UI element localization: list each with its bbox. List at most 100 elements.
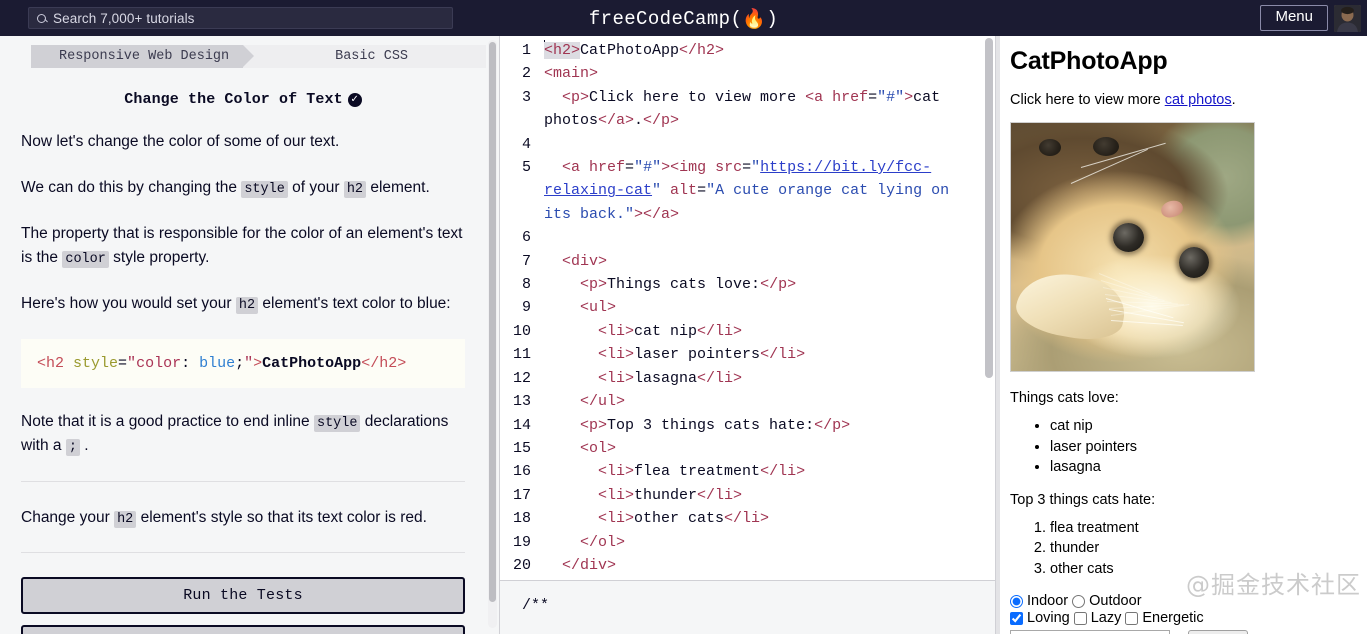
cat-photo-image[interactable] [1010,122,1255,372]
line-content[interactable]: </ul> [544,390,995,413]
run-tests-button[interactable]: Run the Tests [21,577,465,615]
code-example-block: <h2 style="color: blue;">CatPhotoApp</h2… [21,338,465,388]
search-placeholder: Search 7,000+ tutorials [53,10,195,26]
breadcrumb-course[interactable]: Responsive Web Design [31,45,255,68]
inline-code: style [313,414,361,432]
code-line[interactable]: 8 <p>Things cats love:</p> [500,273,995,296]
line-content[interactable]: <main> [544,62,995,85]
code-token: : [181,354,200,372]
line-content[interactable]: <p>Top 3 things cats hate:</p> [544,414,995,437]
radio-indoor-label[interactable]: Indoor [1010,593,1068,609]
line-content[interactable]: <li>laser pointers</li> [544,343,995,366]
code-token: src [715,159,743,177]
code-line[interactable]: 7 <div> [500,250,995,273]
instructions-scrollbar[interactable] [488,40,497,628]
code-editor-pane: 1 <h2>CatPhotoApp</h2> 2 <main> 3 <p>Click h… [500,36,995,634]
line-number: 20 [512,556,531,574]
checkbox-lazy-text: Lazy [1090,610,1122,627]
code-editor[interactable]: 1 <h2>CatPhotoApp</h2> 2 <main> 3 <p>Click h… [500,36,995,581]
checkbox-lazy[interactable] [1073,611,1087,625]
cat-photo-url-input[interactable] [1010,630,1170,634]
breadcrumb-section[interactable]: Basic CSS [243,45,486,68]
line-content[interactable]: <a href="#"><img src="https://bit.ly/fcc… [544,156,995,226]
code-line[interactable]: 18 <li>other cats</li> [500,507,995,530]
code-token: = [625,159,635,177]
reset-all-code-button[interactable]: Reset All Code [21,625,465,634]
line-content[interactable] [544,133,995,156]
code-line[interactable]: 16 <li>flea treatment</li> [500,460,995,483]
code-line[interactable]: 13 </ul> [500,390,995,413]
checkbox-energetic-label[interactable]: Energetic [1125,610,1204,626]
code-line[interactable]: 14 <p>Top 3 things cats hate:</p> [500,414,995,437]
line-content[interactable]: <li>flea treatment</li> [544,460,995,483]
line-number: 3 [521,88,531,106]
code-line[interactable]: 6 [500,226,995,249]
code-line[interactable]: 1 <h2>CatPhotoApp</h2> [500,39,995,62]
code-line[interactable]: 20 </div> [500,554,995,577]
code-token: <p> [562,88,590,106]
code-token: > [904,88,914,106]
radio-outdoor[interactable] [1072,594,1086,608]
preview-pane: CatPhotoApp Click here to view more cat … [995,36,1367,634]
line-content[interactable]: </ol> [544,531,995,554]
code-line[interactable]: 15 <ol> [500,437,995,460]
checkbox-lazy-label[interactable]: Lazy [1073,610,1122,627]
instruction-paragraph: We can do this by changing the style of … [21,178,430,198]
code-line[interactable]: 5 <a href="#"><img src="https://bit.ly/f… [500,156,995,226]
code-token: ; [235,354,245,372]
instruction-paragraph: Now let's change the color of some of ou… [21,133,340,150]
line-content[interactable]: <p>Things cats love:</p> [544,273,995,296]
list-item: laser pointers [1050,437,1367,458]
line-content[interactable]: </div> [544,554,995,577]
line-content[interactable]: <li>other cats</li> [544,507,995,530]
line-content[interactable]: <li>lasagna</li> [544,367,995,390]
checkbox-loving[interactable] [1010,611,1023,625]
page-title: Change the Color of Text ✓ [21,91,465,108]
code-token: > [661,159,671,177]
line-content[interactable]: <ul> [544,296,995,319]
checkbox-energetic[interactable] [1125,611,1139,625]
radio-outdoor-label[interactable]: Outdoor [1072,593,1142,609]
code-token: </li> [697,369,743,387]
line-content[interactable]: <div> [544,250,995,273]
code-token: <li> [598,346,635,364]
line-content[interactable]: <li>thunder</li> [544,484,995,507]
code-token: </a> [598,112,635,130]
search-input[interactable]: Search 7,000+ tutorials [28,7,453,29]
code-line[interactable]: 9 <ul> [500,296,995,319]
line-number: 18 [512,510,531,528]
cat-photos-link[interactable]: cat photos [1165,92,1232,108]
line-content[interactable]: <p>Click here to view more <a href="#">c… [544,86,995,133]
radio-indoor[interactable] [1010,594,1023,608]
code-token: <a [562,159,590,177]
instructions-scrollbar-thumb[interactable] [489,42,496,602]
line-content[interactable] [544,226,995,249]
checkbox-group: Loving Lazy Energetic [1010,610,1367,626]
checkbox-loving-label[interactable]: Loving [1010,610,1070,626]
code-line[interactable]: 12 <li>lasagna</li> [500,367,995,390]
code-line[interactable]: 19 </ol> [500,531,995,554]
code-line[interactable]: 2 <main> [500,62,995,85]
submit-button[interactable]: Submit [1188,630,1249,634]
code-lines[interactable]: 1 <h2>CatPhotoApp</h2> 2 <main> 3 <p>Click h… [500,36,995,577]
code-line[interactable]: 3 <p>Click here to view more <a href="#"… [500,86,995,133]
line-content[interactable]: <ol> [544,437,995,460]
preview-intro-after: . [1231,92,1236,108]
editor-scrollbar[interactable] [985,38,993,579]
preview-heading: CatPhotoApp [1010,47,1168,75]
editor-scrollbar-thumb[interactable] [985,38,993,378]
code-line[interactable]: 17 <li>thunder</li> [500,484,995,507]
brand-text: freeCodeCamp( [588,8,743,30]
menu-button[interactable]: Menu [1260,5,1328,31]
code-line[interactable]: 10 <li>cat nip</li> [500,320,995,343]
line-number: 12 [512,369,531,387]
checkbox-loving-text: Loving [1027,610,1070,627]
code-line[interactable]: 11 <li>laser pointers</li> [500,343,995,366]
instructions-note: Note that it is a good practice to end i… [21,412,449,457]
code-line[interactable]: 4 [500,133,995,156]
avatar[interactable] [1334,4,1361,32]
line-content[interactable]: <li>cat nip</li> [544,320,995,343]
line-content[interactable]: <h2>CatPhotoApp</h2> [544,39,995,62]
